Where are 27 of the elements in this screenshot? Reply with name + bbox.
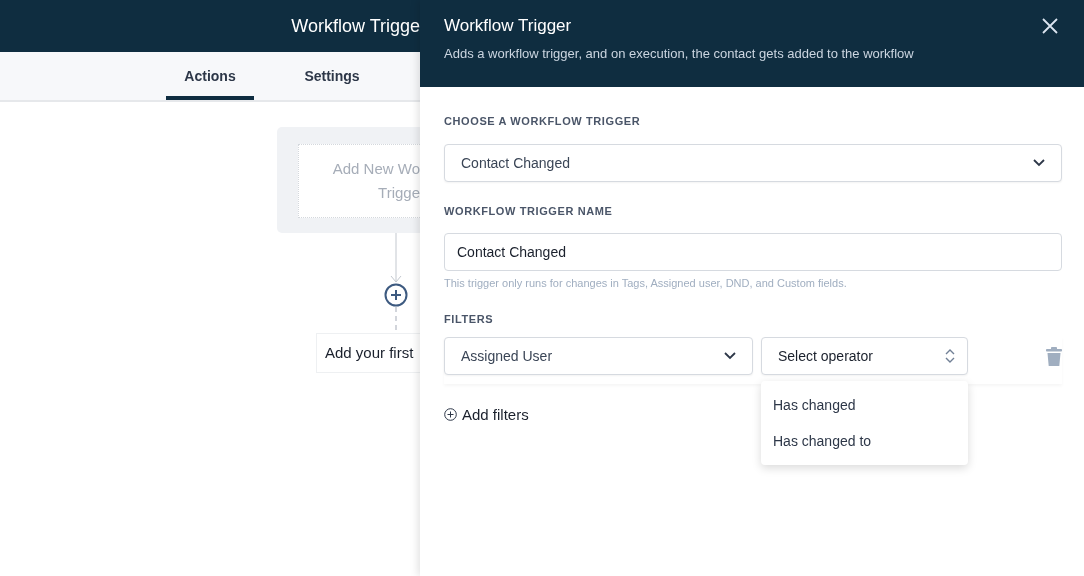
plus-circle-icon — [444, 408, 457, 421]
menu-item[interactable]: Has changed to — [761, 423, 968, 459]
panel-title: Workflow Trigger — [444, 15, 573, 37]
section-label: CHOOSE A WORKFLOW TRIGGER — [444, 115, 642, 129]
trigger-select[interactable]: Contact Changed — [444, 144, 1062, 182]
dashed-connector — [394, 307, 398, 333]
menu-item[interactable]: Has changed — [761, 387, 968, 423]
tab[interactable]: Settings — [288, 52, 376, 100]
page-title: Workflow Trigge — [291, 15, 420, 37]
help-text: This trigger only runs for changes in Tags, Assigned user, DND, and Custom fields. — [444, 277, 848, 289]
add-trigger-text: Trigge — [378, 183, 420, 203]
add-action-box[interactable]: Add your first — [316, 333, 420, 373]
section-label: FILTERS — [444, 313, 495, 327]
add-step-icon[interactable] — [384, 283, 408, 307]
section-label: WORKFLOW TRIGGER NAME — [444, 205, 614, 219]
operator-select[interactable]: Select operator — [761, 337, 968, 375]
add-filters-button[interactable]: Add filters — [444, 406, 529, 423]
add-trigger-text: Add New Wo — [332, 159, 420, 179]
name-field[interactable]: Contact Changed — [444, 233, 1062, 271]
close-icon[interactable] — [1042, 18, 1058, 34]
sort-arrows-icon — [945, 349, 955, 363]
tab[interactable]: Actions — [166, 52, 254, 100]
panel-subtitle: Adds a workflow trigger, and on execution, the contact gets added to the workflow — [444, 46, 914, 61]
chevron-down-icon — [1033, 159, 1045, 167]
filter-field-select[interactable]: Assigned User — [444, 337, 753, 375]
connector-arrow — [390, 233, 402, 283]
chevron-down-icon — [724, 352, 736, 360]
